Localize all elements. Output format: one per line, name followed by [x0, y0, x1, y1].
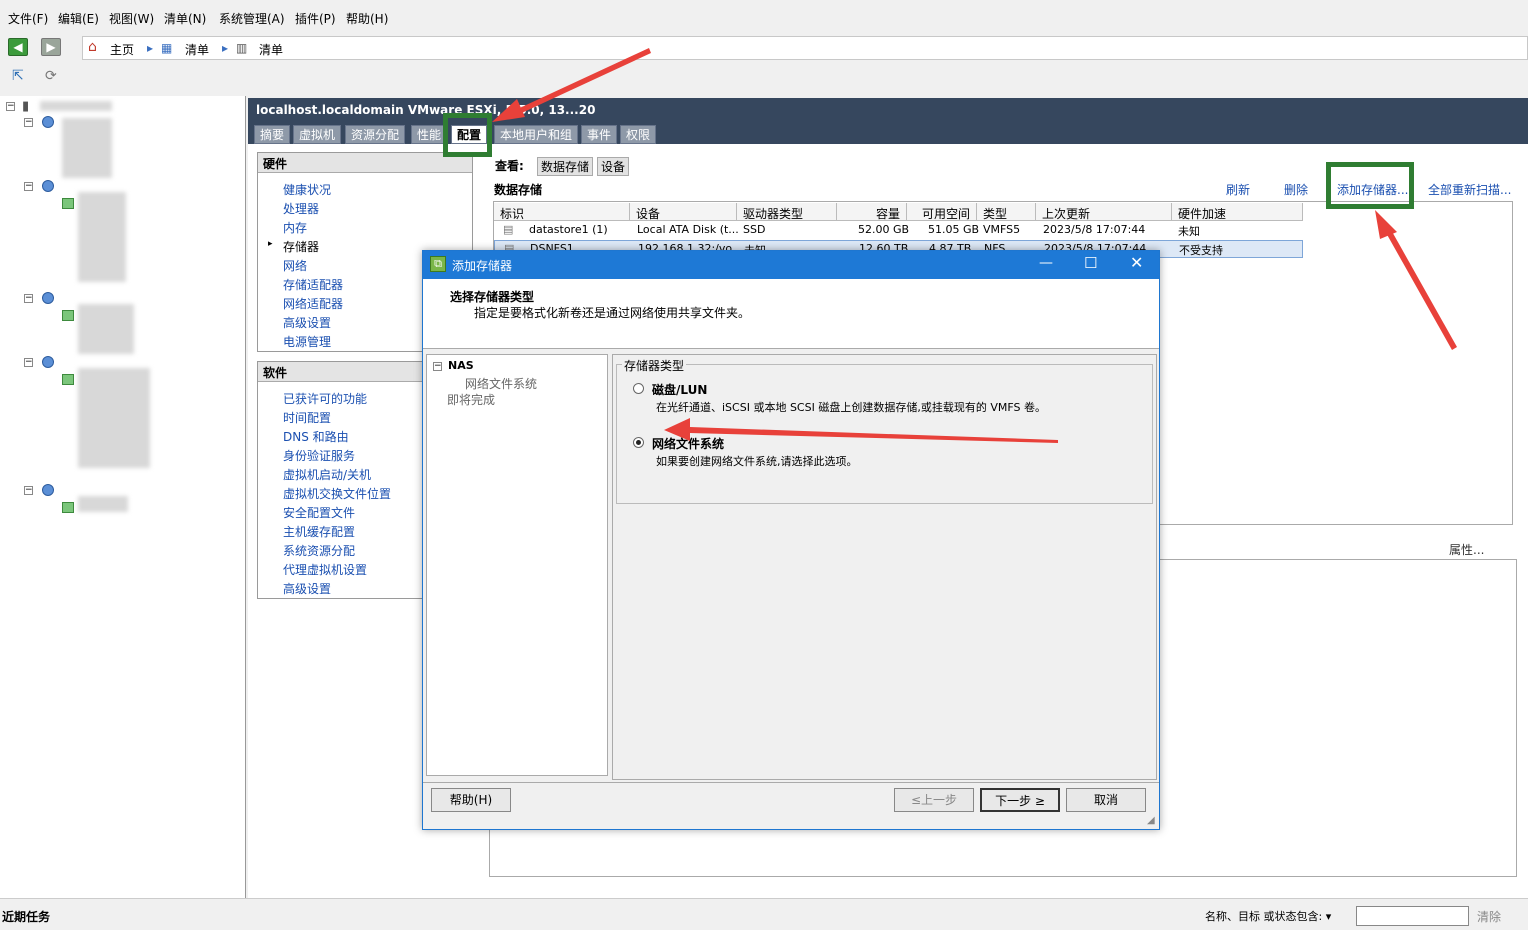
arrow-to-add-storage-icon: [1385, 228, 1457, 350]
annotation-arrows: [492, 48, 1457, 443]
arrow-to-config-tab-icon: [511, 48, 651, 117]
arrow-head-icon: [664, 418, 690, 441]
arrow-to-nfs-option-icon: [690, 427, 1058, 443]
arrow-head-icon: [492, 99, 525, 122]
